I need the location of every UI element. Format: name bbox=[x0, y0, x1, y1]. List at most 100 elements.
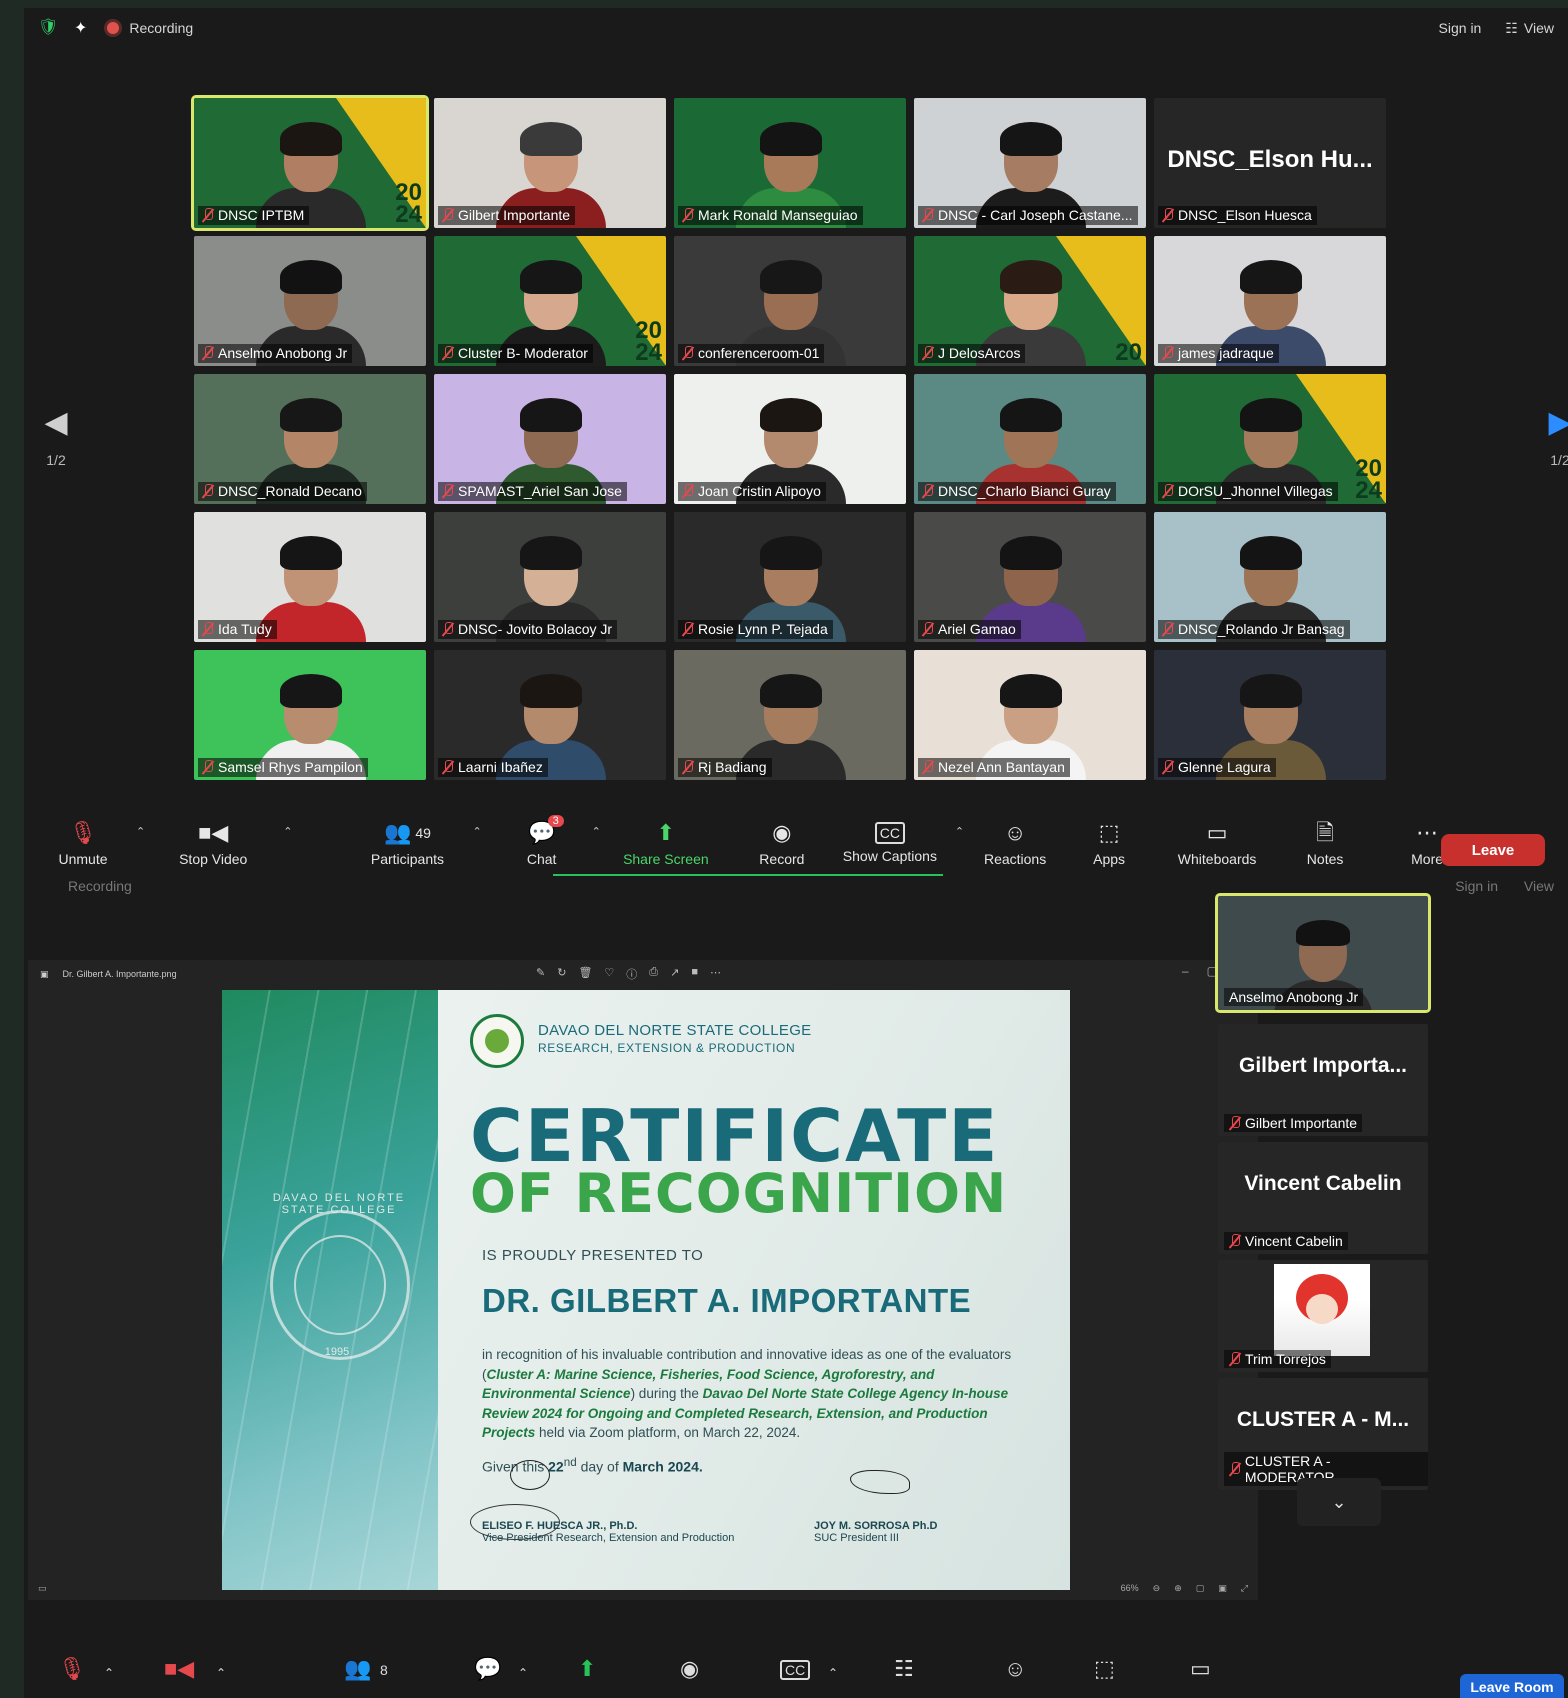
participant-tile[interactable]: 20 24 Cluster B- Moderator bbox=[434, 236, 666, 366]
participant-name-label: DNSC_Charlo Bianci Guray bbox=[918, 482, 1116, 501]
sign-in-link[interactable]: Sign in bbox=[1439, 20, 1482, 36]
zoom-out-icon[interactable]: ⊖ bbox=[1153, 1583, 1161, 1594]
participant-tile[interactable]: Ariel Gamao bbox=[914, 512, 1146, 642]
print-icon[interactable]: ⎙ bbox=[649, 966, 658, 982]
scroll-down-button[interactable]: ⌄ bbox=[1297, 1478, 1381, 1526]
participant-tile[interactable]: DNSC_Rolando Jr Bansag bbox=[1154, 512, 1386, 642]
chevron-up-icon[interactable]: ⌃ bbox=[216, 1666, 226, 1680]
participant-tile[interactable]: Gilbert Importante bbox=[434, 98, 666, 228]
reactions-button[interactable]: ☺ Reactions bbox=[970, 813, 1060, 873]
delete-icon[interactable]: 🗑 bbox=[578, 966, 592, 982]
fit-icon[interactable]: ▢ bbox=[1196, 1583, 1205, 1594]
participant-tile[interactable]: 20 24 DOrSU_Jhonnel Villegas bbox=[1154, 374, 1386, 504]
participant-tile[interactable]: Ida Tudy bbox=[194, 512, 426, 642]
participant-tile[interactable]: Laarni Ibañez bbox=[434, 650, 666, 780]
view-button[interactable]: ☷ View bbox=[1505, 20, 1554, 37]
participant-tile[interactable]: james jadraque bbox=[1154, 236, 1386, 366]
gallery-icon[interactable]: ☷ bbox=[894, 1656, 914, 1682]
recording-label[interactable]: Recording bbox=[68, 878, 132, 894]
fullscreen-icon[interactable]: ⤢ bbox=[1241, 1583, 1248, 1594]
mic-off-icon bbox=[442, 622, 454, 636]
ai-companion-icon[interactable]: ✦ bbox=[74, 18, 87, 38]
participant-tile[interactable]: 20 J DelosArcos bbox=[914, 236, 1146, 366]
participant-tile[interactable]: Joan Cristin Alipoyo bbox=[674, 374, 906, 504]
chevron-up-icon[interactable]: ⌃ bbox=[136, 825, 145, 838]
participant-tile[interactable]: SPAMAST_Ariel San Jose bbox=[434, 374, 666, 504]
recording-label[interactable]: Recording bbox=[129, 20, 193, 36]
participant-tile[interactable]: conferenceroom-01 bbox=[674, 236, 906, 366]
participant-tile[interactable]: Glenne Lagura bbox=[1154, 650, 1386, 780]
participant-tile[interactable]: DNSC - Carl Joseph Castane... bbox=[914, 98, 1146, 228]
mic-off-icon[interactable]: 🎙 bbox=[58, 1656, 86, 1682]
participant-tile[interactable]: Mark Ronald Manseguiao bbox=[674, 98, 906, 228]
app-icon[interactable]: ■ bbox=[691, 966, 698, 982]
actual-size-icon[interactable]: ▣ bbox=[1218, 1583, 1227, 1594]
speaker-tile[interactable]: Trim Torrejos bbox=[1218, 1260, 1428, 1372]
chevron-up-icon[interactable]: ⌃ bbox=[828, 1666, 838, 1680]
rotate-icon[interactable]: ↻ bbox=[557, 966, 566, 982]
favorite-icon[interactable]: ♡ bbox=[604, 966, 614, 982]
participant-tile[interactable]: Rj Badiang bbox=[674, 650, 906, 780]
participant-tile[interactable]: DNSC_Ronald Decano bbox=[194, 374, 426, 504]
speaker-tile[interactable]: Vincent Cabelin Vincent Cabelin bbox=[1218, 1142, 1428, 1254]
participant-name: james jadraque bbox=[1178, 345, 1274, 361]
record-button[interactable]: ◉ Record bbox=[737, 813, 827, 873]
leave-button[interactable]: Leave bbox=[1441, 834, 1545, 866]
cc-icon[interactable]: CC bbox=[780, 1660, 811, 1680]
person-hair bbox=[520, 398, 582, 432]
record-icon[interactable]: ◉ bbox=[680, 1656, 699, 1682]
participant-tile[interactable]: Nezel Ann Bantayan bbox=[914, 650, 1146, 780]
participant-tile[interactable]: Rosie Lynn P. Tejada bbox=[674, 512, 906, 642]
share-screen-icon[interactable]: ⬆ bbox=[578, 1656, 596, 1682]
chevron-up-icon[interactable]: ⌃ bbox=[472, 825, 481, 838]
participant-tile[interactable]: DNSC_Elson Hu... DNSC_Elson Huesca bbox=[1154, 98, 1386, 228]
whiteboards-button[interactable]: ▭ Whiteboards bbox=[1162, 813, 1272, 873]
chevron-up-icon[interactable]: ⌃ bbox=[283, 825, 292, 838]
chevron-up-icon[interactable]: ⌃ bbox=[104, 1666, 114, 1680]
given-month: March 2024. bbox=[622, 1458, 703, 1475]
participant-tile[interactable]: DNSC_Charlo Bianci Guray bbox=[914, 374, 1146, 504]
view-button[interactable]: View bbox=[1524, 878, 1554, 894]
chevron-up-icon[interactable]: ⌃ bbox=[518, 1666, 528, 1680]
leave-room-button[interactable]: Leave Room bbox=[1460, 1674, 1564, 1698]
apps-button[interactable]: ⬚ Apps bbox=[1064, 813, 1154, 873]
filmstrip-icon[interactable]: ▭ bbox=[38, 1583, 47, 1594]
participant-tile[interactable]: 20 24 DNSC IPTBM bbox=[191, 95, 429, 231]
shield-icon[interactable]: 🛡 bbox=[38, 19, 58, 37]
info-icon[interactable]: ⓘ bbox=[626, 966, 637, 982]
certificate-college: DAVAO DEL NORTE STATE COLLEGE bbox=[538, 1022, 812, 1039]
participant-tile[interactable]: Anselmo Anobong Jr bbox=[194, 236, 426, 366]
participants-button[interactable]: 👥 49 Participants bbox=[352, 813, 462, 873]
share-icon[interactable]: ↗ bbox=[670, 966, 679, 982]
participant-tile[interactable]: Samsel Rhys Pampilon bbox=[194, 650, 426, 780]
speaker-tile[interactable]: Anselmo Anobong Jr bbox=[1215, 893, 1431, 1013]
participant-tile[interactable]: DNSC- Jovito Bolacoy Jr bbox=[434, 512, 666, 642]
participant-name-label: conferenceroom-01 bbox=[678, 344, 825, 363]
stop-video-button[interactable]: ■◀ Stop Video bbox=[153, 813, 273, 873]
edit-icon[interactable]: ✎ bbox=[536, 966, 545, 982]
video-off-icon[interactable]: ■◀ bbox=[164, 1656, 194, 1682]
show-captions-button[interactable]: CC Show Captions bbox=[835, 813, 945, 873]
minimize-icon[interactable]: – bbox=[1182, 964, 1189, 978]
share-screen-button[interactable]: ⬆ Share Screen bbox=[611, 813, 721, 873]
speaker-tile[interactable]: CLUSTER A - M... CLUSTER A - MODERATOR bbox=[1218, 1378, 1428, 1490]
chevron-up-icon[interactable]: ⌃ bbox=[955, 825, 964, 838]
apps-icon[interactable]: ⬚ bbox=[1094, 1656, 1115, 1682]
mic-off-icon bbox=[442, 208, 454, 222]
chat-bubble-icon[interactable]: 💬 bbox=[474, 1656, 501, 1682]
chevron-up-icon[interactable]: ⌃ bbox=[592, 825, 601, 838]
prev-page-button[interactable]: ◀ 1/2 bbox=[28, 392, 84, 484]
next-page-button[interactable]: ▶ 1/2 bbox=[1532, 392, 1568, 484]
chat-button[interactable]: 💬 3 Chat bbox=[502, 813, 582, 873]
people-icon[interactable]: 👥 bbox=[344, 1656, 371, 1682]
notes-button[interactable]: 🗎 Notes bbox=[1280, 813, 1370, 873]
sign-in-link[interactable]: Sign in bbox=[1455, 878, 1498, 894]
person-hair bbox=[1296, 920, 1350, 946]
zoom-in-icon[interactable]: ⊕ bbox=[1174, 1583, 1182, 1594]
whiteboard-icon[interactable]: ▭ bbox=[1190, 1656, 1211, 1682]
emoji-icon[interactable]: ☺ bbox=[1004, 1656, 1026, 1682]
signatory-1-title: Vice President Research, Extension and P… bbox=[482, 1532, 735, 1544]
more-dots-icon[interactable]: ⋯ bbox=[710, 966, 721, 982]
speaker-tile[interactable]: Gilbert Importa... Gilbert Importante bbox=[1218, 1024, 1428, 1136]
unmute-button[interactable]: 🎙 Unmute bbox=[40, 813, 126, 873]
